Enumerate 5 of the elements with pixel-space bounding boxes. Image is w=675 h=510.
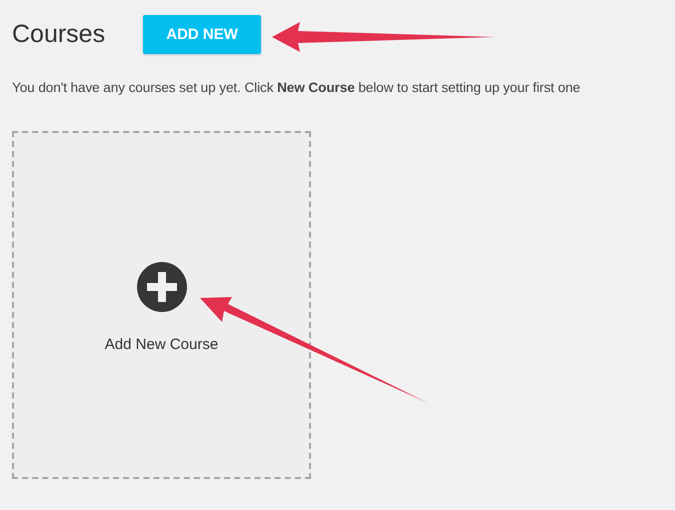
- card-label: Add New Course: [104, 336, 218, 352]
- add-course-card[interactable]: Add New Course: [12, 131, 311, 479]
- add-icon: [136, 262, 186, 312]
- empty-state-message: You don't have any courses set up yet. Click New Course below to start setting up your first one: [12, 80, 580, 95]
- page-title: Courses: [12, 20, 106, 49]
